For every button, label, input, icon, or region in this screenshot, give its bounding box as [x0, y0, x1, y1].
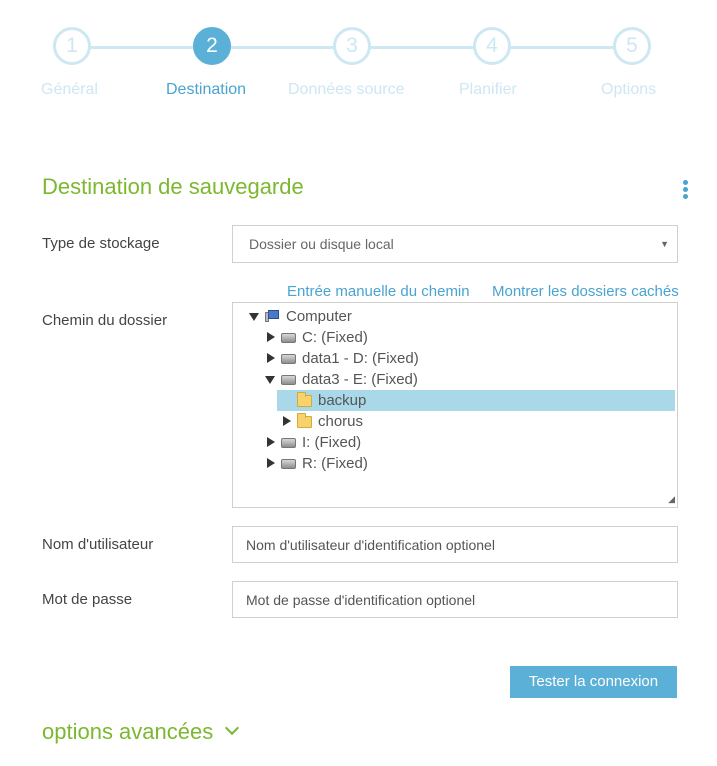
wizard-stepper: 1 Général 2 Destination 3 Données source… — [0, 0, 717, 120]
tree-item-drive-e[interactable]: data3 - E: (Fixed) — [233, 369, 673, 390]
drive-icon — [281, 354, 296, 364]
folder-icon — [297, 413, 312, 428]
section-title: Destination de sauvegarde — [42, 174, 304, 199]
storage-type-label: Type de stockage — [42, 235, 160, 252]
storage-type-select[interactable]: Dossier ou disque local ▼ — [232, 225, 678, 263]
step-4-circle: 4 — [473, 27, 511, 65]
tree-item-label: backup — [318, 392, 367, 409]
step-5-label: Options — [601, 81, 657, 98]
computer-icon — [265, 310, 280, 322]
tree-item-label: R: (Fixed) — [302, 455, 368, 472]
folder-tree[interactable]: Computer C: (Fixed) data1 - D: (Fixed) d… — [232, 302, 678, 508]
tree-item-label: Computer — [286, 308, 352, 325]
chevron-down-icon — [225, 720, 240, 736]
step-3-label: Données source — [288, 81, 405, 98]
expand-arrow-icon[interactable] — [249, 313, 259, 321]
expand-arrow-icon[interactable] — [265, 376, 275, 384]
tree-item-chorus[interactable]: chorus — [233, 411, 673, 432]
collapse-arrow-icon[interactable] — [267, 332, 275, 342]
advanced-options-toggle[interactable]: options avancées — [42, 719, 240, 745]
tree-item-computer[interactable]: Computer — [233, 306, 673, 327]
collapse-arrow-icon[interactable] — [267, 353, 275, 363]
collapse-arrow-icon[interactable] — [267, 458, 275, 468]
dropdown-caret-icon: ▼ — [660, 239, 669, 249]
step-2-circle: 2 — [193, 27, 231, 65]
tree-item-label: data3 - E: (Fixed) — [302, 371, 418, 388]
username-label: Nom d'utilisateur — [42, 536, 154, 553]
step-1-label: Général — [41, 81, 98, 98]
drive-icon — [281, 438, 296, 448]
storage-type-value: Dossier ou disque local — [249, 236, 394, 252]
kebab-menu-icon[interactable] — [683, 180, 689, 200]
password-label: Mot de passe — [42, 591, 133, 608]
folder-icon — [297, 392, 312, 407]
step-3-circle: 3 — [333, 27, 371, 65]
manual-path-link[interactable]: Entrée manuelle du chemin — [287, 283, 470, 300]
drive-icon — [281, 375, 296, 385]
tree-item-label: I: (Fixed) — [302, 434, 362, 451]
tree-item-label: C: (Fixed) — [302, 329, 368, 346]
step-1-circle: 1 — [53, 27, 91, 65]
tree-item-backup[interactable]: backup — [277, 390, 675, 411]
tree-item-label: data1 - D: (Fixed) — [302, 350, 419, 367]
resize-handle-icon[interactable]: ◢ — [668, 494, 675, 505]
step-2-label: Destination — [166, 81, 247, 98]
advanced-options-label: options avancées — [42, 719, 214, 744]
password-field[interactable] — [232, 581, 678, 618]
step-5-circle: 5 — [613, 27, 651, 65]
test-connection-button[interactable]: Tester la connexion — [510, 666, 677, 698]
tree-item-drive-c[interactable]: C: (Fixed) — [233, 327, 673, 348]
username-field[interactable] — [232, 526, 678, 563]
collapse-arrow-icon[interactable] — [283, 416, 291, 426]
tree-item-drive-d[interactable]: data1 - D: (Fixed) — [233, 348, 673, 369]
folder-path-label: Chemin du dossier — [42, 312, 168, 329]
show-hidden-folders-link[interactable]: Montrer les dossiers cachés — [492, 283, 679, 300]
tree-item-drive-i[interactable]: I: (Fixed) — [233, 432, 673, 453]
step-4-label: Planifier — [459, 81, 517, 98]
collapse-arrow-icon[interactable] — [267, 437, 275, 447]
tree-item-drive-r[interactable]: R: (Fixed) — [233, 453, 673, 474]
drive-icon — [281, 333, 296, 343]
tree-item-label: chorus — [318, 413, 364, 430]
drive-icon — [281, 459, 296, 469]
